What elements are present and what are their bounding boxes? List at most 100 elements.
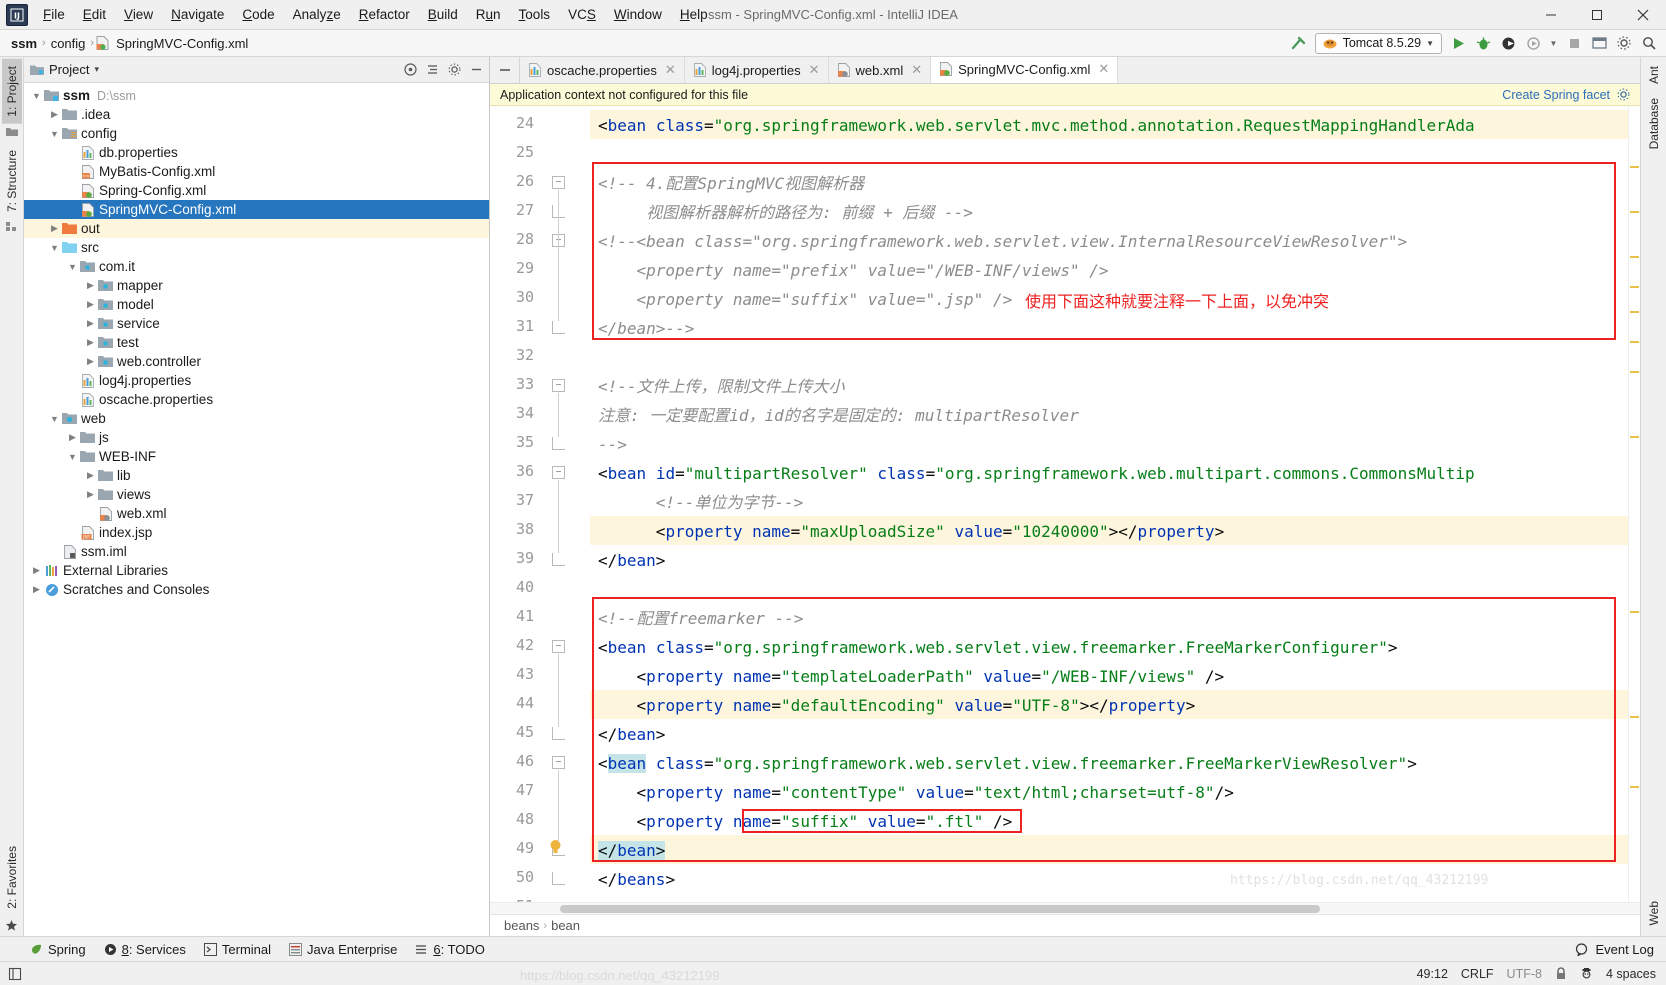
- toggle-toolwindows-icon[interactable]: [8, 967, 22, 981]
- main-menu[interactable]: File Edit View Navigate Code Analyze Ref…: [34, 3, 717, 26]
- horizontal-scrollbar-thumb[interactable]: [560, 905, 1320, 913]
- tree-item-js[interactable]: ▶ js: [24, 428, 489, 447]
- breadcrumb-file[interactable]: SpringMVC-Config.xml: [113, 36, 251, 51]
- tree-item-ssm[interactable]: ▼ ssm D:\ssm: [24, 86, 489, 105]
- run-button[interactable]: [1449, 34, 1467, 52]
- tree-item-web-controller[interactable]: ▶ web.controller: [24, 352, 489, 371]
- tool-tab-ant[interactable]: Ant: [1644, 59, 1664, 91]
- chevron-right-icon[interactable]: ▶: [84, 489, 97, 500]
- error-stripe-mark[interactable]: [1630, 371, 1639, 373]
- tree-item-mybatis-config-xml[interactable]: <> MyBatis-Config.xml: [24, 162, 489, 181]
- menu-tools[interactable]: Tools: [510, 3, 560, 26]
- menu-vcs[interactable]: VCS: [559, 3, 605, 26]
- code-line[interactable]: <bean class="org.springframework.web.ser…: [598, 749, 1417, 778]
- code-text-area[interactable]: <bean class="org.springframework.web.ser…: [590, 106, 1628, 902]
- tree-item-springmvc-config-xml[interactable]: SpringMVC-Config.xml: [24, 200, 489, 219]
- chevron-down-icon[interactable]: ▼: [48, 129, 61, 139]
- error-stripe-mark[interactable]: [1630, 166, 1639, 168]
- editor-gutter[interactable]: 24 25 26 − 27 28 − 29 30 31 32 33 − 34 35 36 − 37 38 39 40 41…: [490, 106, 590, 902]
- indent-setting[interactable]: 4 spaces: [1606, 967, 1656, 981]
- code-line[interactable]: <property name="maxUploadSize" value="10…: [598, 517, 1224, 546]
- fold-end-icon[interactable]: [552, 553, 565, 566]
- tree-item-ssm-iml[interactable]: ssm.iml: [24, 542, 489, 561]
- toolwin-services[interactable]: 8: Services: [104, 942, 186, 957]
- tree-item-config[interactable]: ▼ config: [24, 124, 489, 143]
- editor-tabs[interactable]: oscache.properties ✕ log4j.properties ✕ web.…: [520, 57, 1119, 83]
- tree-item-oscache-properties[interactable]: oscache.properties: [24, 390, 489, 409]
- error-stripe-mark[interactable]: [1630, 256, 1639, 258]
- code-line[interactable]: <property name="templateLoaderPath" valu…: [598, 662, 1225, 691]
- intention-bulb-icon[interactable]: [549, 839, 562, 855]
- error-stripe-mark[interactable]: [1630, 211, 1639, 213]
- error-stripe-mark[interactable]: [1630, 716, 1639, 718]
- tree-item-out[interactable]: ▶ out: [24, 219, 489, 238]
- project-panel-title-group[interactable]: Project ▾: [30, 62, 99, 77]
- gear-icon[interactable]: [448, 63, 461, 76]
- menu-analyze[interactable]: Analyze: [284, 3, 350, 26]
- create-spring-facet-link[interactable]: Create Spring facet: [1502, 88, 1610, 102]
- tree-item-test[interactable]: ▶ test: [24, 333, 489, 352]
- fold-collapse-icon[interactable]: −: [552, 379, 565, 392]
- tool-tab-project[interactable]: 1: Project: [1, 59, 22, 124]
- chevron-right-icon[interactable]: ▶: [30, 584, 43, 595]
- menu-code[interactable]: Code: [233, 3, 283, 26]
- tool-tab-structure[interactable]: 7: Structure: [2, 143, 22, 219]
- code-line[interactable]: <property name="suffix" value=".jsp" />: [598, 285, 1013, 314]
- toolwin-todo[interactable]: 6: TODO: [415, 942, 485, 957]
- tree-item-db-properties[interactable]: db.properties: [24, 143, 489, 162]
- tree-item-lib[interactable]: ▶ lib: [24, 466, 489, 485]
- close-icon[interactable]: ✕: [1098, 61, 1109, 77]
- chevron-down-icon[interactable]: ▼: [66, 262, 79, 272]
- editor-breadcrumb-bean[interactable]: bean: [547, 918, 584, 933]
- fold-collapse-icon[interactable]: −: [552, 640, 565, 653]
- code-line[interactable]: <!-- 4.配置SpringMVC视图解析器: [598, 169, 864, 198]
- code-line[interactable]: </bean>: [598, 720, 665, 749]
- tree-item-index-jsp[interactable]: JSP index.jsp: [24, 523, 489, 542]
- chevron-right-icon[interactable]: ▶: [84, 356, 97, 367]
- chevron-right-icon[interactable]: ▶: [84, 470, 97, 481]
- menu-help[interactable]: Help: [671, 3, 717, 26]
- error-stripe-markers[interactable]: [1628, 106, 1640, 902]
- run-with-coverage-button[interactable]: [1499, 34, 1517, 52]
- code-line[interactable]: <bean id="multipartResolver" class="org.…: [598, 459, 1475, 488]
- close-icon[interactable]: ✕: [809, 62, 820, 78]
- code-line[interactable]: <!--文件上传，限制文件上传大小: [598, 372, 845, 401]
- breadcrumb-project[interactable]: ssm: [8, 36, 40, 51]
- fold-collapse-icon[interactable]: −: [552, 756, 565, 769]
- chevron-right-icon[interactable]: ▶: [66, 432, 79, 443]
- scroll-from-source-icon[interactable]: [404, 63, 417, 76]
- menu-navigate[interactable]: Navigate: [162, 3, 233, 26]
- tree-item-model[interactable]: ▶ model: [24, 295, 489, 314]
- code-line[interactable]: <property name="defaultEncoding" value="…: [598, 691, 1196, 720]
- hector-icon[interactable]: [1580, 967, 1593, 980]
- error-stripe-mark[interactable]: [1630, 286, 1639, 288]
- code-line[interactable]: <property name="suffix" value=".ftl" />: [598, 807, 1013, 836]
- menu-edit[interactable]: Edit: [74, 3, 115, 26]
- fold-end-icon[interactable]: [552, 321, 565, 334]
- chevron-down-icon[interactable]: ▼: [66, 452, 79, 462]
- code-editor[interactable]: 24 25 26 − 27 28 − 29 30 31 32 33 − 34 35 36 − 37 38 39 40 41…: [490, 106, 1640, 902]
- fold-collapse-icon[interactable]: −: [552, 176, 565, 189]
- window-controls[interactable]: [1528, 0, 1666, 30]
- chevron-right-icon[interactable]: ▶: [84, 299, 97, 310]
- debug-button[interactable]: [1474, 34, 1492, 52]
- menu-run[interactable]: Run: [467, 3, 510, 26]
- stop-button[interactable]: [1565, 34, 1583, 52]
- chevron-right-icon[interactable]: ▶: [84, 337, 97, 348]
- minimize-button[interactable]: [1528, 0, 1574, 30]
- chevron-right-icon[interactable]: ▶: [84, 318, 97, 329]
- chevron-down-icon[interactable]: ▼: [48, 414, 61, 424]
- tree-item-scratches-and-consoles[interactable]: ▶ Scratches and Consoles: [24, 580, 489, 599]
- search-icon[interactable]: [1640, 34, 1658, 52]
- chevron-down-icon[interactable]: ▼: [1426, 39, 1434, 48]
- error-stripe-mark[interactable]: [1630, 341, 1639, 343]
- horizontal-scrollbar[interactable]: [490, 902, 1640, 914]
- file-encoding[interactable]: UTF-8: [1507, 967, 1542, 981]
- code-line[interactable]: <bean class="org.springframework.web.ser…: [598, 633, 1398, 662]
- toolwin-spring[interactable]: Spring: [30, 942, 86, 957]
- hide-panel-icon[interactable]: [470, 63, 483, 76]
- tree-item-service[interactable]: ▶ service: [24, 314, 489, 333]
- profile-dropdown-icon[interactable]: ▼: [1549, 34, 1558, 52]
- code-line[interactable]: </bean>-->: [598, 314, 694, 343]
- tree-item-web-xml[interactable]: web.xml: [24, 504, 489, 523]
